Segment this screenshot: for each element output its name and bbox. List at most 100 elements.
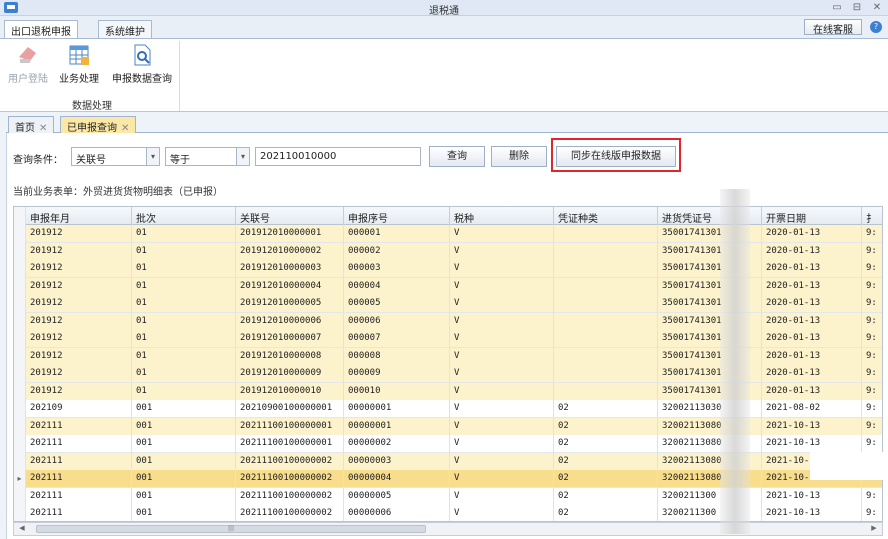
horizontal-scrollbar[interactable]: ◀ ||| ▶ bbox=[13, 522, 883, 536]
table-cell[interactable]: 201912 bbox=[26, 382, 132, 401]
maximize-button[interactable]: ⊟ bbox=[848, 1, 866, 15]
row-indicator[interactable] bbox=[14, 452, 26, 471]
table-cell[interactable]: 201912 bbox=[26, 242, 132, 261]
column-header[interactable]: 凭证种类 bbox=[554, 207, 658, 225]
table-cell[interactable] bbox=[554, 225, 658, 243]
online-service-button[interactable]: 在线客服 bbox=[804, 19, 862, 36]
table-cell[interactable]: 201912010000006 bbox=[236, 312, 344, 331]
table-cell[interactable]: 9: bbox=[862, 400, 882, 418]
table-row[interactable]: 202111 001 20211100100000002 00000006 V 02 320… bbox=[14, 505, 882, 521]
table-cell[interactable]: 00000001 bbox=[344, 400, 450, 418]
chevron-down-icon[interactable]: ▾ bbox=[236, 147, 250, 166]
table-cell[interactable] bbox=[554, 295, 658, 313]
table-cell[interactable]: 2020-01-13 bbox=[762, 260, 862, 278]
table-row[interactable]: 202109 001 20210900100000001 00000001 V 02 320… bbox=[14, 400, 882, 418]
delete-button[interactable]: 删除 bbox=[491, 146, 547, 167]
table-cell[interactable]: V bbox=[450, 470, 554, 488]
table-cell[interactable]: 9: bbox=[862, 330, 882, 348]
table-cell[interactable]: 000008 bbox=[344, 347, 450, 366]
business-processing-button[interactable]: 业务处理 bbox=[56, 43, 102, 89]
table-cell[interactable]: 000007 bbox=[344, 330, 450, 348]
table-cell[interactable] bbox=[554, 330, 658, 348]
table-row[interactable]: 201912 01 201912010000007 000007 V 3500174130… bbox=[14, 330, 882, 348]
column-header[interactable]: 税种 bbox=[450, 207, 554, 225]
table-cell[interactable] bbox=[554, 382, 658, 401]
table-cell[interactable]: 201912 bbox=[26, 277, 132, 296]
table-cell[interactable]: V bbox=[450, 400, 554, 418]
table-cell[interactable]: 2021-10-13 bbox=[762, 505, 862, 521]
table-cell[interactable]: 01 bbox=[132, 242, 236, 261]
table-cell[interactable]: 9: bbox=[862, 418, 882, 436]
table-cell[interactable]: 001 bbox=[132, 417, 236, 436]
table-cell[interactable]: 2020-01-13 bbox=[762, 382, 862, 401]
table-cell[interactable]: 01 bbox=[132, 347, 236, 366]
table-cell[interactable]: 20211100100000002 bbox=[236, 487, 344, 506]
table-cell[interactable]: V bbox=[450, 295, 554, 313]
table-cell[interactable]: 9: bbox=[862, 505, 882, 521]
row-indicator[interactable] bbox=[14, 487, 26, 506]
table-cell[interactable]: 202111 bbox=[26, 487, 132, 506]
table-cell[interactable]: 2020-01-13 bbox=[762, 295, 862, 313]
table-cell[interactable]: V bbox=[450, 487, 554, 506]
table-cell[interactable]: V bbox=[450, 435, 554, 453]
tab-export-refund[interactable]: 出口退税申报 bbox=[4, 20, 78, 39]
table-cell[interactable]: 2021-10-13 bbox=[762, 435, 862, 453]
table-cell[interactable]: 2020-01-13 bbox=[762, 242, 862, 261]
table-cell[interactable]: V bbox=[450, 347, 554, 366]
table-cell[interactable]: 201912010000003 bbox=[236, 260, 344, 278]
table-cell[interactable]: V bbox=[450, 242, 554, 261]
table-cell[interactable]: 000001 bbox=[344, 225, 450, 243]
table-cell[interactable]: 201912010000007 bbox=[236, 330, 344, 348]
table-cell[interactable]: 20211100100000001 bbox=[236, 417, 344, 436]
table-cell[interactable] bbox=[554, 277, 658, 296]
row-indicator[interactable] bbox=[14, 312, 26, 331]
table-cell[interactable]: 201912010000008 bbox=[236, 347, 344, 366]
table-cell[interactable]: 02 bbox=[554, 417, 658, 436]
table-cell[interactable]: 01 bbox=[132, 225, 236, 243]
table-cell[interactable]: V bbox=[450, 505, 554, 521]
table-row[interactable]: 201912 01 201912010000010 000010 V 3500174130… bbox=[14, 382, 882, 401]
table-cell[interactable]: 201912010000005 bbox=[236, 295, 344, 313]
table-cell[interactable]: 201912010000004 bbox=[236, 277, 344, 296]
table-cell[interactable]: 001 bbox=[132, 505, 236, 521]
table-row[interactable]: ▸ 202111 001 20211100100000002 00000004 V 02 32… bbox=[14, 470, 882, 488]
row-indicator[interactable] bbox=[14, 260, 26, 278]
table-cell[interactable]: 201912 bbox=[26, 225, 132, 243]
row-indicator[interactable] bbox=[14, 225, 26, 243]
column-header[interactable]: 申报序号 bbox=[344, 207, 450, 225]
table-cell[interactable]: 201912 bbox=[26, 347, 132, 366]
tab-home[interactable]: 首页 ✕ bbox=[8, 116, 55, 134]
table-row[interactable]: 201912 01 201912010000004 000004 V 3500174130… bbox=[14, 277, 882, 296]
table-cell[interactable]: 201912010000001 bbox=[236, 225, 344, 243]
table-cell[interactable]: 02 bbox=[554, 400, 658, 418]
table-cell[interactable]: 01 bbox=[132, 365, 236, 383]
table-cell[interactable]: 9: bbox=[862, 313, 882, 331]
table-cell[interactable]: V bbox=[450, 330, 554, 348]
table-cell[interactable]: 202111 bbox=[26, 417, 132, 436]
table-cell[interactable]: 000003 bbox=[344, 260, 450, 278]
table-cell[interactable]: 000002 bbox=[344, 242, 450, 261]
table-cell[interactable]: 202111 bbox=[26, 452, 132, 471]
table-cell[interactable]: V bbox=[450, 260, 554, 278]
table-row[interactable]: 201912 01 201912010000009 000009 V 3500174130… bbox=[14, 365, 882, 383]
table-cell[interactable]: 201912010000002 bbox=[236, 242, 344, 261]
table-row[interactable]: 202111 001 20211100100000001 00000001 V 02 320… bbox=[14, 417, 882, 436]
row-indicator[interactable] bbox=[14, 400, 26, 418]
table-cell[interactable]: 20211100100000002 bbox=[236, 470, 344, 488]
table-cell[interactable]: 00000002 bbox=[344, 435, 450, 453]
table-cell[interactable]: 001 bbox=[132, 487, 236, 506]
table-row[interactable]: 201912 01 201912010000005 000005 V 3500174130… bbox=[14, 295, 882, 313]
table-cell[interactable]: 01 bbox=[132, 295, 236, 313]
declaration-query-button[interactable]: 申报数据查询 bbox=[108, 43, 176, 89]
table-cell[interactable]: 201912010000010 bbox=[236, 382, 344, 401]
table-cell[interactable]: 000005 bbox=[344, 295, 450, 313]
row-indicator[interactable] bbox=[14, 417, 26, 436]
table-cell[interactable]: 9: bbox=[862, 365, 882, 383]
row-indicator[interactable] bbox=[14, 277, 26, 296]
table-cell[interactable]: 02 bbox=[554, 435, 658, 453]
table-cell[interactable]: 2020-01-13 bbox=[762, 225, 862, 243]
table-cell[interactable]: 2020-01-13 bbox=[762, 347, 862, 366]
table-row[interactable]: 201912 01 201912010000002 000002 V 3500174130… bbox=[14, 242, 882, 261]
field-select[interactable]: 关联号 bbox=[71, 147, 147, 166]
table-cell[interactable]: 01 bbox=[132, 382, 236, 401]
